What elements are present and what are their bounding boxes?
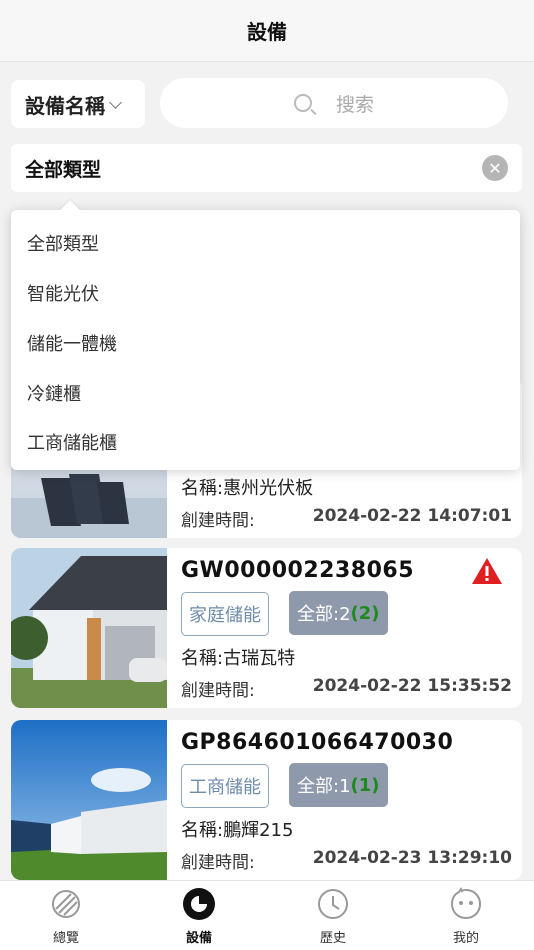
device-icon (183, 888, 215, 920)
dropdown-option[interactable]: 工商儲能櫃 (27, 429, 117, 455)
search-input[interactable]: 搜索 (160, 78, 508, 128)
overview-icon (52, 890, 80, 918)
device-card[interactable]: GW000002238065 家庭儲能 全部:2 (2) 名稱:古瑞瓦特 創建時間… (11, 548, 522, 708)
alarm-count: (1) (350, 774, 380, 796)
created-time-value: 2024-02-23 13:29:10 (312, 848, 512, 868)
created-time-label: 創建時間: (181, 511, 255, 531)
type-filter-field[interactable]: 全部類型 ✕ (11, 144, 522, 192)
device-serial: GW000002238065 (181, 558, 415, 583)
dropdown-option[interactable]: 儲能一體機 (27, 330, 117, 356)
clock-icon (318, 889, 348, 919)
field-select-label: 設備名稱 (25, 93, 105, 118)
tab-label: 歷史 (319, 931, 346, 946)
device-count-badge: 全部:2 (2) (289, 591, 388, 635)
device-serial: GP864601066470030 (181, 730, 454, 755)
warning-icon (472, 558, 502, 584)
tab-label: 我的 (452, 931, 479, 946)
tab-label: 總覽 (52, 931, 79, 946)
device-thumbnail (11, 548, 167, 708)
device-name: 名稱:鵬輝215 (181, 820, 294, 841)
search-placeholder: 搜索 (335, 93, 374, 116)
header-bar: 設備 (0, 0, 534, 62)
dropdown-arrow (60, 200, 80, 220)
page-title: 設備 (247, 20, 287, 44)
dropdown-option[interactable]: 智能光伏 (27, 280, 99, 306)
count-label: 全部:1 (297, 776, 351, 797)
device-thumbnail (11, 720, 167, 880)
field-select-dropdown[interactable]: 設備名稱 (11, 80, 145, 128)
dropdown-option[interactable]: 冷鏈櫃 (27, 380, 81, 406)
created-time-value: 2024-02-22 15:35:52 (312, 676, 512, 696)
device-card[interactable]: GP864601066470030 工商儲能 全部:1 (1) 名稱:鵬輝215 … (11, 720, 522, 880)
created-time-value: 2024-02-22 14:07:01 (312, 506, 512, 526)
device-name: 名稱:惠州光伏板 (181, 478, 314, 499)
tab-device[interactable]: 設備 (159, 881, 239, 950)
clear-icon[interactable]: ✕ (482, 155, 508, 181)
bottom-tab-bar: 總覽 設備 歷史 我的 (0, 880, 534, 950)
tab-history[interactable]: 歷史 (293, 881, 373, 950)
device-name: 名稱:古瑞瓦特 (181, 648, 296, 669)
tab-label: 設備 (185, 931, 212, 946)
created-time-label: 創建時間: (181, 853, 255, 873)
tab-profile[interactable]: 我的 (426, 881, 506, 950)
tab-overview[interactable]: 總覽 (26, 881, 106, 950)
device-type-tag: 家庭儲能 (181, 592, 269, 636)
device-type-tag: 工商儲能 (181, 764, 269, 808)
created-time-label: 創建時間: (181, 681, 255, 701)
device-count-badge: 全部:1 (1) (289, 763, 388, 807)
dropdown-option[interactable]: 全部類型 (27, 230, 99, 256)
search-icon (293, 94, 312, 112)
count-label: 全部:2 (297, 604, 351, 625)
alarm-count: (2) (350, 602, 380, 624)
chevron-down-icon (109, 98, 121, 110)
type-filter-value: 全部類型 (25, 158, 102, 181)
type-dropdown-menu: 全部類型 智能光伏 儲能一體機 冷鏈櫃 工商儲能櫃 (11, 200, 520, 470)
profile-icon (450, 887, 482, 920)
